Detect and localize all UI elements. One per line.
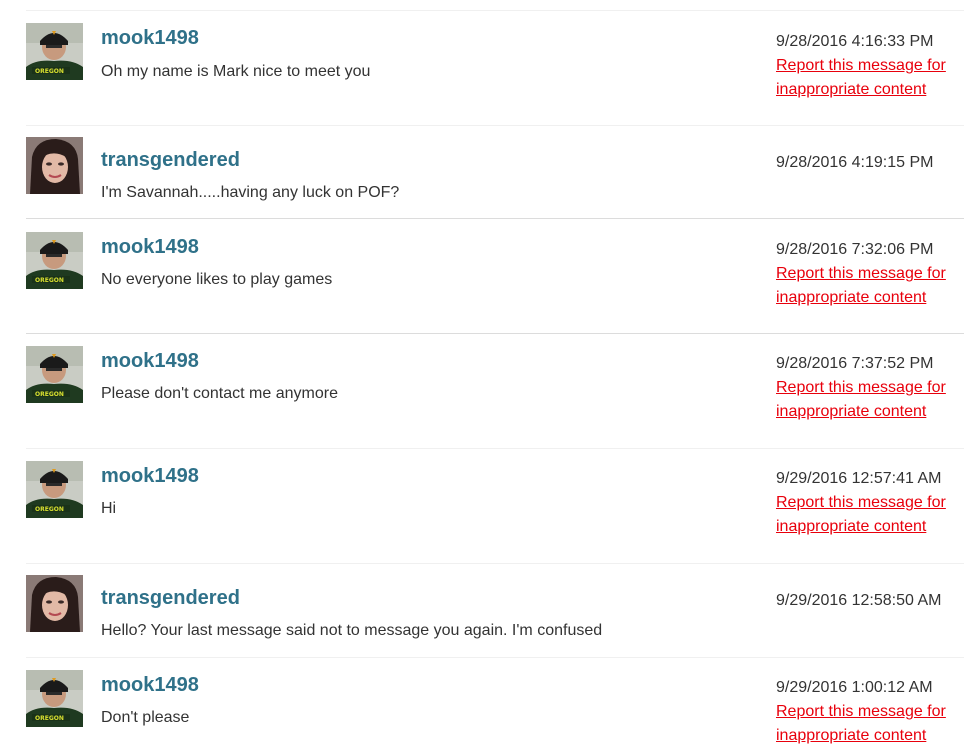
timestamp: 9/28/2016 7:32:06 PM — [776, 241, 934, 258]
avatar[interactable]: OREGON — [26, 670, 83, 727]
divider — [26, 218, 964, 219]
divider — [26, 333, 964, 334]
username[interactable]: mook1498 — [101, 349, 199, 373]
username[interactable]: mook1498 — [101, 26, 199, 50]
timestamp: 9/29/2016 1:00:12 AM — [776, 679, 933, 696]
timestamp: 9/29/2016 12:57:41 AM — [776, 470, 942, 487]
svg-text:OREGON: OREGON — [35, 391, 64, 398]
message-text: Oh my name is Mark nice to meet you — [101, 63, 371, 80]
avatar[interactable]: OREGON — [26, 23, 83, 80]
divider — [26, 657, 964, 658]
timestamp: 9/28/2016 4:19:15 PM — [776, 154, 934, 171]
message-text: Please don't contact me anymore — [101, 385, 338, 402]
avatar[interactable]: OREGON — [26, 232, 83, 289]
divider — [26, 448, 964, 449]
report-message-link[interactable]: Report this message for inappropriate co… — [776, 262, 956, 310]
message-text: Hello? Your last message said not to mes… — [101, 622, 603, 639]
divider — [26, 10, 964, 11]
timestamp: 9/28/2016 4:16:33 PM — [776, 33, 934, 50]
svg-text:OREGON: OREGON — [35, 277, 64, 284]
username[interactable]: transgendered — [101, 148, 240, 172]
username[interactable]: transgendered — [101, 586, 240, 610]
avatar[interactable] — [26, 137, 83, 194]
avatar[interactable] — [26, 575, 83, 632]
divider — [26, 125, 964, 126]
svg-text:OREGON: OREGON — [35, 68, 64, 75]
svg-text:OREGON: OREGON — [35, 715, 64, 722]
username[interactable]: mook1498 — [101, 673, 199, 697]
report-message-link[interactable]: Report this message for inappropriate co… — [776, 376, 956, 424]
report-message-link[interactable]: Report this message for inappropriate co… — [776, 491, 956, 539]
message-thread: OREGON mook1498 Oh my name is Mark nice … — [0, 0, 967, 755]
message-text: I'm Savannah.....having any luck on POF? — [101, 184, 400, 201]
username[interactable]: mook1498 — [101, 235, 199, 259]
avatar[interactable]: OREGON — [26, 461, 83, 518]
svg-text:OREGON: OREGON — [35, 506, 64, 513]
timestamp: 9/28/2016 7:37:52 PM — [776, 355, 934, 372]
message-text: No everyone likes to play games — [101, 271, 333, 288]
username[interactable]: mook1498 — [101, 464, 199, 488]
message-text: Hi — [101, 500, 117, 517]
avatar[interactable]: OREGON — [26, 346, 83, 403]
report-message-link[interactable]: Report this message for inappropriate co… — [776, 700, 956, 748]
message-text: Don't please — [101, 709, 190, 726]
timestamp: 9/29/2016 12:58:50 AM — [776, 592, 942, 609]
divider — [26, 563, 964, 564]
report-message-link[interactable]: Report this message for inappropriate co… — [776, 54, 956, 102]
